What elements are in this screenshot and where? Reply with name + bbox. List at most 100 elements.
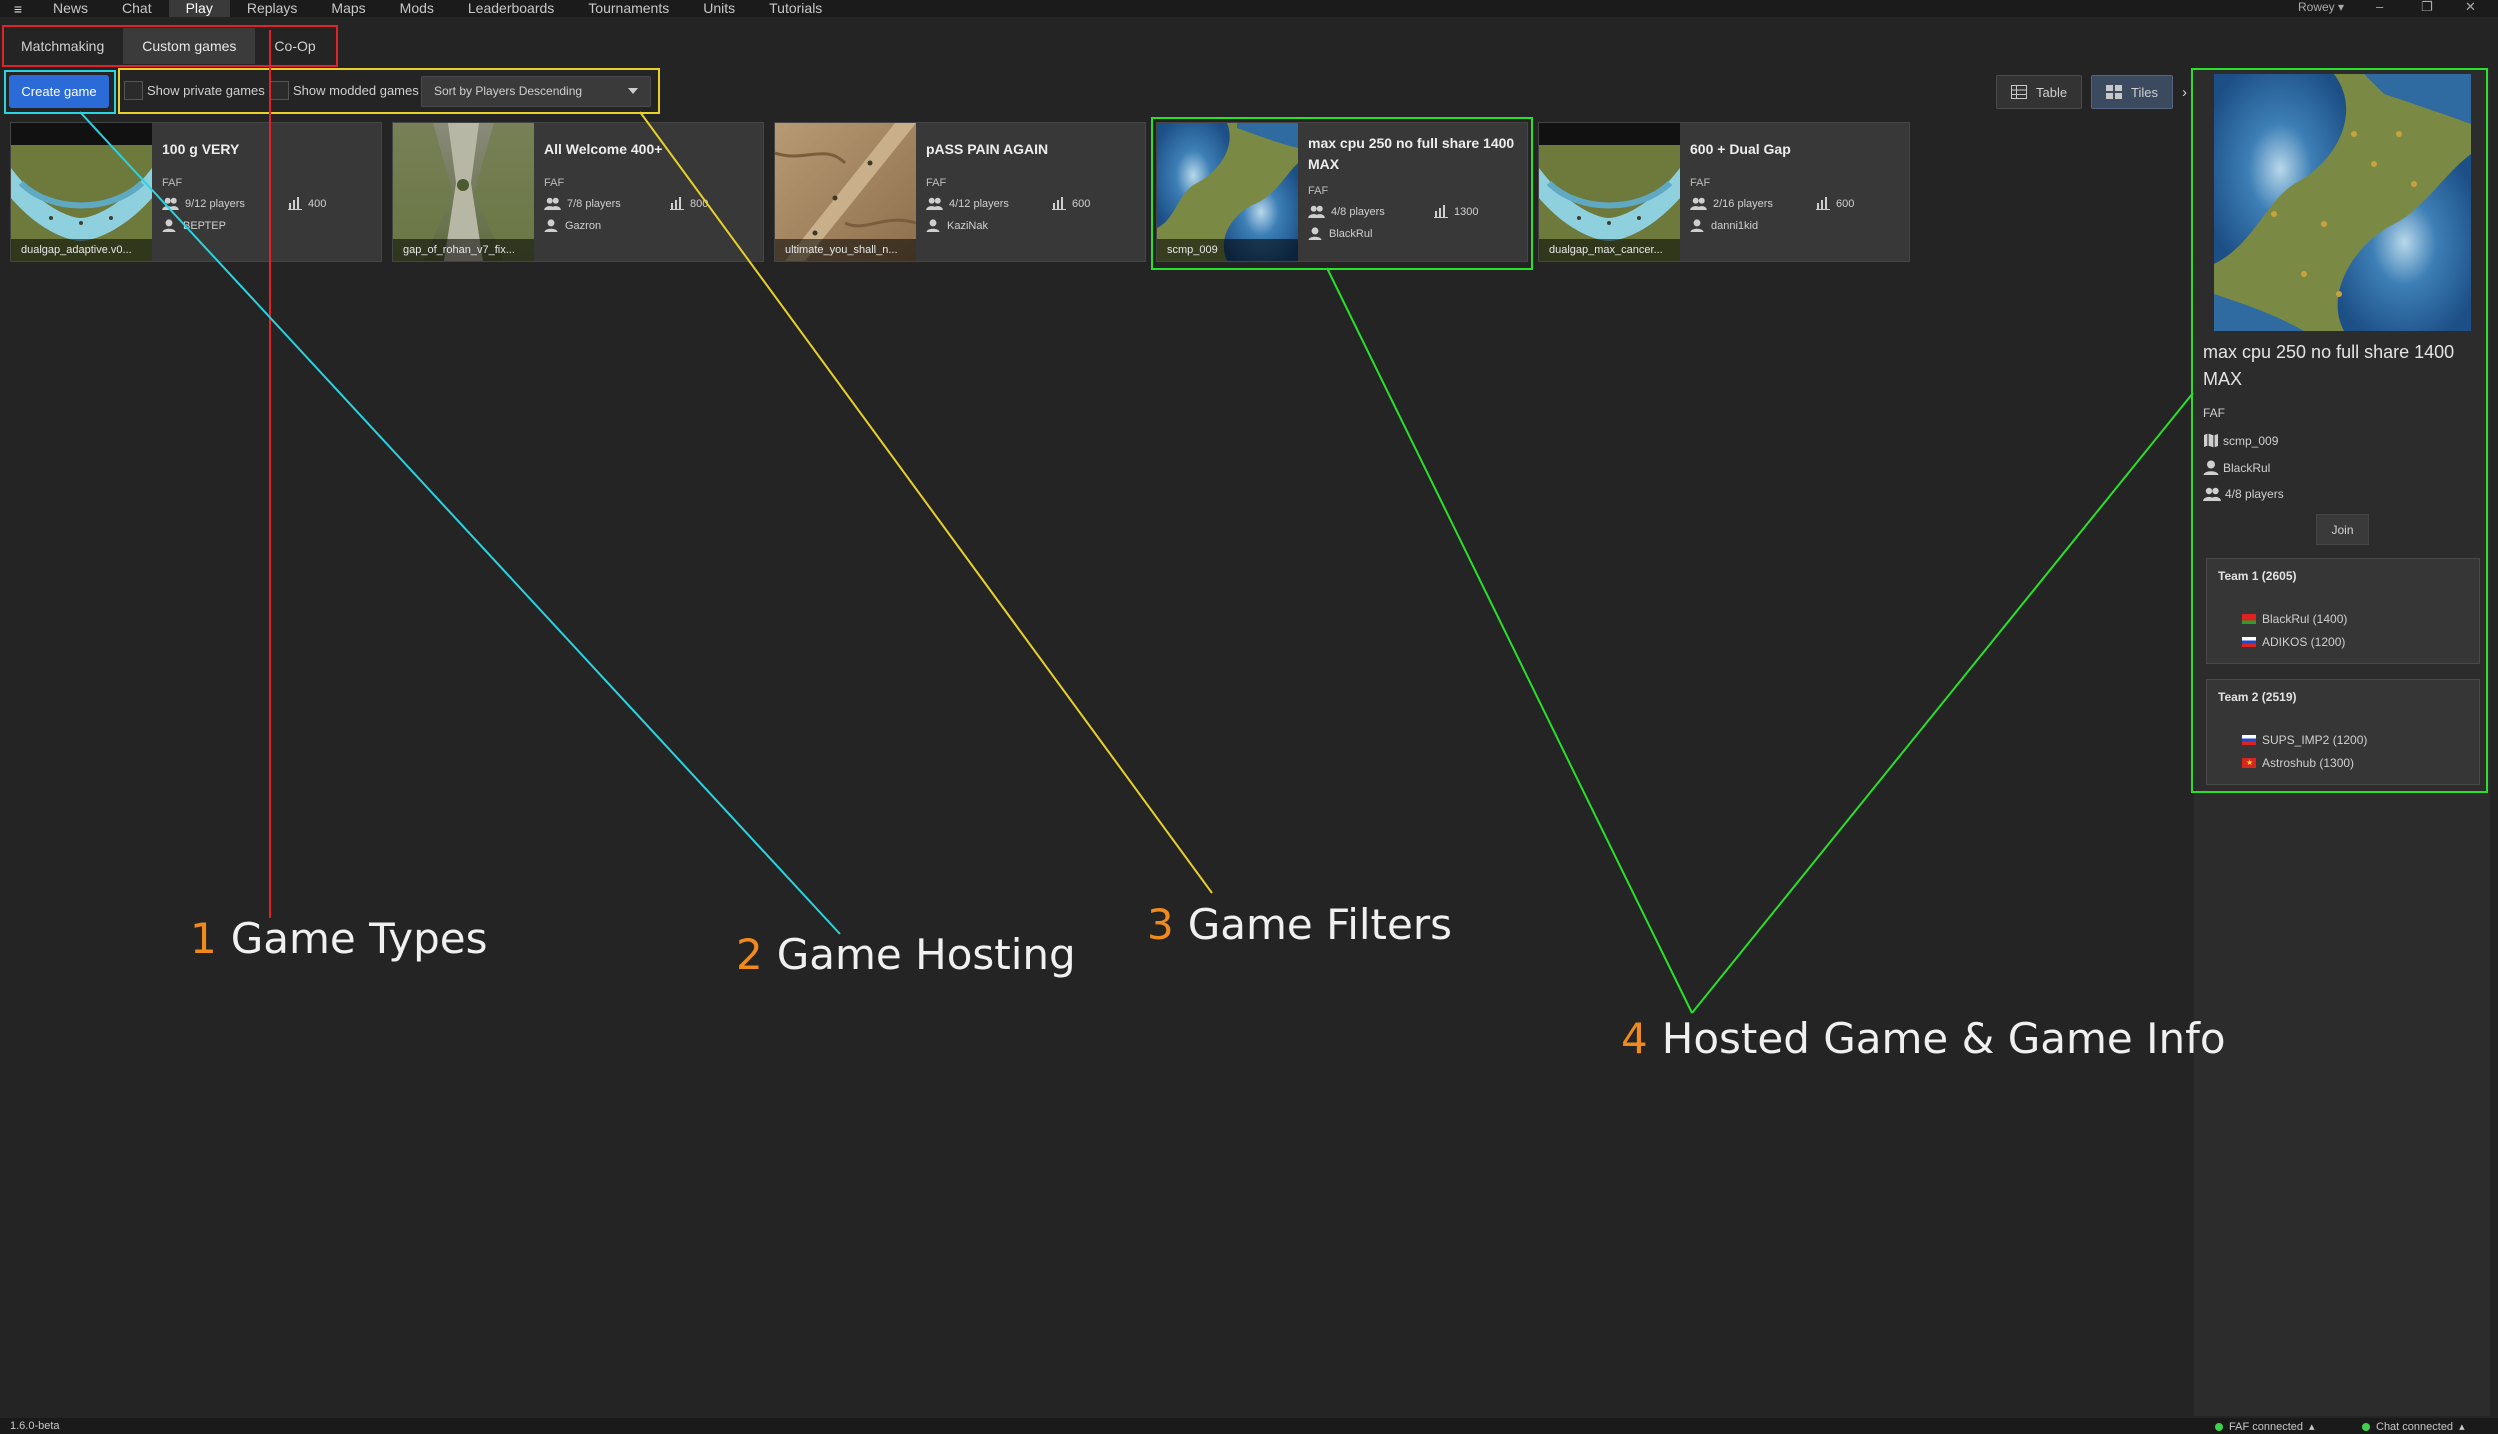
game-rating: 600 bbox=[1052, 197, 1090, 210]
user-icon bbox=[544, 219, 558, 232]
game-title: 100 g VERY bbox=[162, 141, 240, 157]
username: Rowey bbox=[2298, 0, 2335, 14]
annotation-game-hosting: 2 Game Hosting bbox=[736, 930, 1076, 979]
game-rating: 800 bbox=[670, 197, 708, 210]
rating-label: 600 bbox=[1836, 197, 1855, 210]
chevron-up-icon: ▴ bbox=[2459, 1421, 2465, 1433]
game-tile[interactable]: dualgap_max_cancer... 600 + Dual Gap FAF 2/… bbox=[1538, 122, 1910, 262]
game-host: danni1kid bbox=[1690, 219, 1758, 232]
nav-chat[interactable]: Chat bbox=[105, 0, 169, 17]
map-name: gap_of_rohan_v7_fix... bbox=[393, 239, 534, 261]
nav-leaderboards[interactable]: Leaderboards bbox=[451, 0, 571, 17]
map-name: dualgap_adaptive.v0... bbox=[11, 239, 152, 261]
faf-connection-status[interactable]: FAF connected ▴ bbox=[2215, 1420, 2315, 1433]
minimize-icon[interactable]: – bbox=[2376, 0, 2383, 14]
nav-units[interactable]: Units bbox=[686, 0, 752, 17]
map-name: dualgap_max_cancer... bbox=[1539, 239, 1680, 261]
rating-icon bbox=[288, 197, 302, 210]
close-icon[interactable]: ✕ bbox=[2465, 0, 2476, 14]
map-name: ultimate_you_shall_n... bbox=[775, 239, 916, 261]
players-icon bbox=[926, 197, 943, 210]
nav-maps[interactable]: Maps bbox=[314, 0, 382, 17]
table-icon bbox=[2011, 85, 2027, 99]
user-icon bbox=[1690, 219, 1704, 232]
nav-play[interactable]: Play bbox=[168, 0, 230, 17]
game-host: KaziNak bbox=[926, 219, 988, 232]
status-dot-icon bbox=[2215, 1422, 2223, 1431]
highlight-box-game-filters bbox=[118, 68, 660, 114]
map-thumbnail: dualgap_max_cancer... bbox=[1539, 123, 1680, 261]
nav-tournaments[interactable]: Tournaments bbox=[571, 0, 686, 17]
game-players: 4/12 players bbox=[926, 197, 1009, 210]
user-icon bbox=[926, 219, 940, 232]
view-tiles-button[interactable]: Tiles bbox=[2091, 75, 2173, 109]
highlight-box-game-info bbox=[2191, 68, 2488, 793]
nav-mods[interactable]: Mods bbox=[383, 0, 451, 17]
annotation-hosted-game-info: 4 Hosted Game & Game Info bbox=[1621, 1014, 2226, 1063]
tiles-icon bbox=[2106, 85, 2122, 99]
restore-icon[interactable]: ❐ bbox=[2421, 0, 2433, 14]
highlight-box-game-types bbox=[2, 25, 338, 67]
host-label: danni1kid bbox=[1711, 219, 1759, 232]
status-bar: 1.6.0-beta FAF connected ▴ Chat connected… bbox=[0, 1418, 2498, 1434]
rating-label: 600 bbox=[1072, 197, 1091, 210]
chat-connection-status[interactable]: Chat connected ▴ bbox=[2362, 1420, 2465, 1433]
top-navigation: ≡ News Chat Play Replays Maps Mods Leade… bbox=[0, 0, 2498, 17]
highlight-box-game-hosting bbox=[4, 70, 116, 114]
map-thumbnail: gap_of_rohan_v7_fix... bbox=[393, 123, 534, 261]
host-label: ВЕРТЕР bbox=[183, 219, 226, 232]
game-mod: FAF bbox=[162, 177, 183, 189]
chat-status-label: Chat connected bbox=[2376, 1420, 2454, 1433]
game-tile[interactable]: gap_of_rohan_v7_fix... All Welcome 400+ FA… bbox=[392, 122, 764, 262]
game-mod: FAF bbox=[1690, 177, 1711, 189]
status-dot-icon bbox=[2362, 1422, 2370, 1431]
players-icon bbox=[162, 197, 179, 210]
game-mod: FAF bbox=[926, 177, 947, 189]
game-title: 600 + Dual Gap bbox=[1690, 141, 1791, 157]
version-label: 1.6.0-beta bbox=[10, 1420, 60, 1432]
annotation-text: Hosted Game & Game Info bbox=[1661, 1014, 2226, 1063]
game-tile[interactable]: dualgap_adaptive.v0... 100 g VERY FAF 9/12 … bbox=[10, 122, 382, 262]
annotation-text: Game Hosting bbox=[776, 930, 1076, 979]
rating-icon bbox=[1052, 197, 1066, 210]
nav-replays[interactable]: Replays bbox=[230, 0, 315, 17]
players-label: 2/16 players bbox=[1713, 197, 1773, 210]
players-label: 9/12 players bbox=[185, 197, 245, 210]
user-menu[interactable]: Rowey ▾ bbox=[2298, 0, 2344, 14]
game-title: pASS PAIN AGAIN bbox=[926, 141, 1049, 157]
rating-label: 400 bbox=[308, 197, 327, 210]
chevron-up-icon: ▴ bbox=[2309, 1421, 2315, 1433]
annotation-number: 2 bbox=[736, 930, 763, 979]
players-icon bbox=[544, 197, 561, 210]
user-icon bbox=[162, 219, 176, 232]
game-title: All Welcome 400+ bbox=[544, 141, 663, 157]
players-icon bbox=[1690, 197, 1707, 210]
players-label: 4/12 players bbox=[949, 197, 1009, 210]
map-thumbnail: ultimate_you_shall_n... bbox=[775, 123, 916, 261]
view-table-label: Table bbox=[2036, 84, 2068, 100]
rating-icon bbox=[1816, 197, 1830, 210]
game-host: Gazron bbox=[544, 219, 601, 232]
annotation-text: Game Types bbox=[230, 914, 488, 963]
hamburger-menu-icon[interactable]: ≡ bbox=[0, 0, 36, 17]
nav-news[interactable]: News bbox=[36, 0, 105, 17]
rating-icon bbox=[670, 197, 684, 210]
game-rating: 400 bbox=[288, 197, 326, 210]
collapse-panel-chevron-icon[interactable]: › bbox=[2182, 84, 2187, 101]
view-tiles-label: Tiles bbox=[2131, 84, 2158, 100]
nav-tutorials[interactable]: Tutorials bbox=[752, 0, 839, 17]
annotation-text: Game Filters bbox=[1187, 900, 1453, 949]
highlight-box-hosted-game bbox=[1151, 117, 1533, 270]
annotation-number: 3 bbox=[1147, 900, 1174, 949]
host-label: Gazron bbox=[565, 219, 602, 232]
faf-status-label: FAF connected bbox=[2229, 1420, 2303, 1433]
game-rating: 600 bbox=[1816, 197, 1854, 210]
host-label: KaziNak bbox=[947, 219, 988, 232]
chevron-down-icon: ▾ bbox=[2338, 0, 2345, 14]
rating-label: 800 bbox=[690, 197, 709, 210]
game-tile[interactable]: ultimate_you_shall_n... pASS PAIN AGAIN FA… bbox=[774, 122, 1146, 262]
annotation-game-types: 1 Game Types bbox=[190, 914, 487, 963]
players-label: 7/8 players bbox=[567, 197, 621, 210]
view-table-button[interactable]: Table bbox=[1996, 75, 2083, 109]
game-players: 7/8 players bbox=[544, 197, 621, 210]
